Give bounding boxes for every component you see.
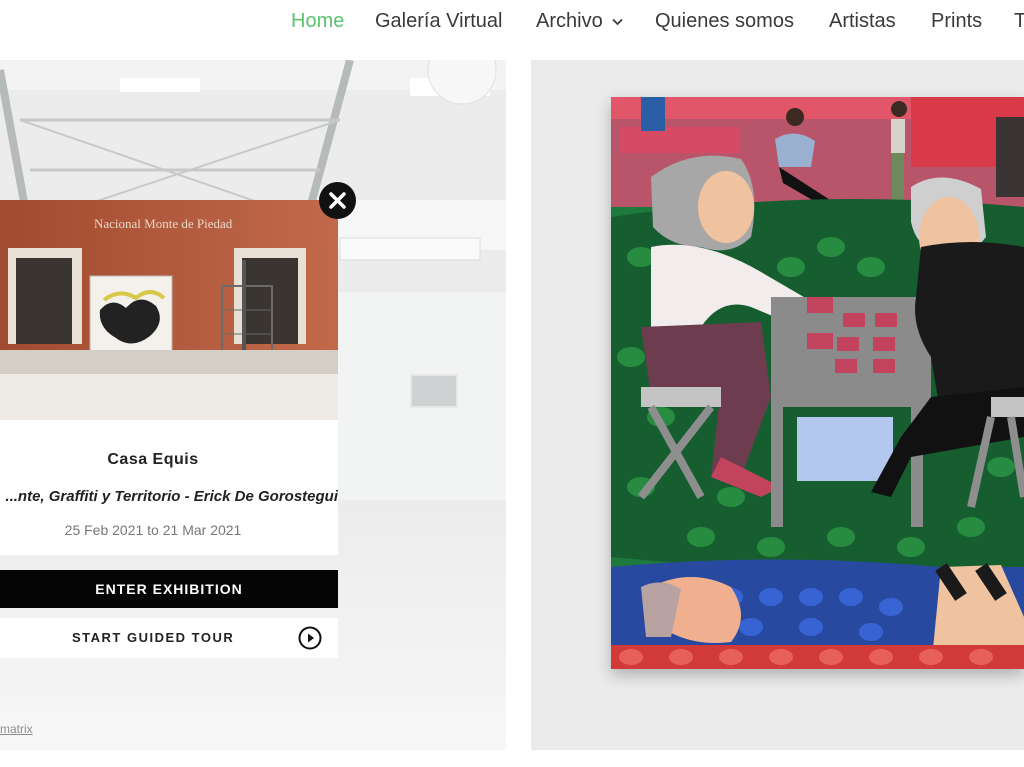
- guided-tour-label: START GUIDED TOUR: [72, 630, 235, 645]
- wall-artwork-thumbnail[interactable]: [410, 374, 458, 408]
- nav-item-archivo-label: Archivo: [536, 10, 603, 32]
- exhibition-cover-image: Nacional Monte de Piedad: [0, 200, 338, 420]
- nav-item-quienes-somos[interactable]: Quienes somos: [655, 10, 794, 33]
- exhibition-dates: 25 Feb 2021 to 21 Mar 2021: [64, 522, 242, 538]
- featured-painting[interactable]: [611, 97, 1024, 669]
- nav-item-archivo[interactable]: Archivo: [536, 10, 623, 33]
- nav-item-truncated[interactable]: T: [1014, 10, 1024, 33]
- enter-exhibition-button[interactable]: ENTER EXHIBITION: [0, 570, 338, 608]
- exhibition-subtitle: ...nte, Graffiti y Territorio - Erick De…: [5, 488, 338, 505]
- top-navigation: Home Galería Virtual Archivo Quienes som…: [0, 0, 1024, 44]
- close-icon[interactable]: [319, 182, 356, 219]
- exhibition-card: Nacional Monte de Piedad Casa Equis ...n…: [0, 200, 338, 555]
- page: Home Galería Virtual Archivo Quienes som…: [0, 0, 1024, 767]
- building-sign-text: Nacional Monte de Piedad: [94, 216, 233, 231]
- nav-item-artistas[interactable]: Artistas: [829, 10, 896, 33]
- matrix-credit-link[interactable]: matrix: [0, 722, 33, 736]
- close-x-glyph: [329, 192, 346, 209]
- start-guided-tour-button[interactable]: START GUIDED TOUR: [0, 618, 338, 658]
- exhibition-title: Casa Equis: [107, 451, 199, 468]
- chevron-down-icon: [612, 18, 623, 25]
- play-circle-icon: [298, 626, 322, 650]
- nav-item-galeria-virtual[interactable]: Galería Virtual: [375, 10, 502, 33]
- nav-item-home[interactable]: Home: [291, 10, 344, 33]
- nav-item-prints[interactable]: Prints: [931, 10, 982, 33]
